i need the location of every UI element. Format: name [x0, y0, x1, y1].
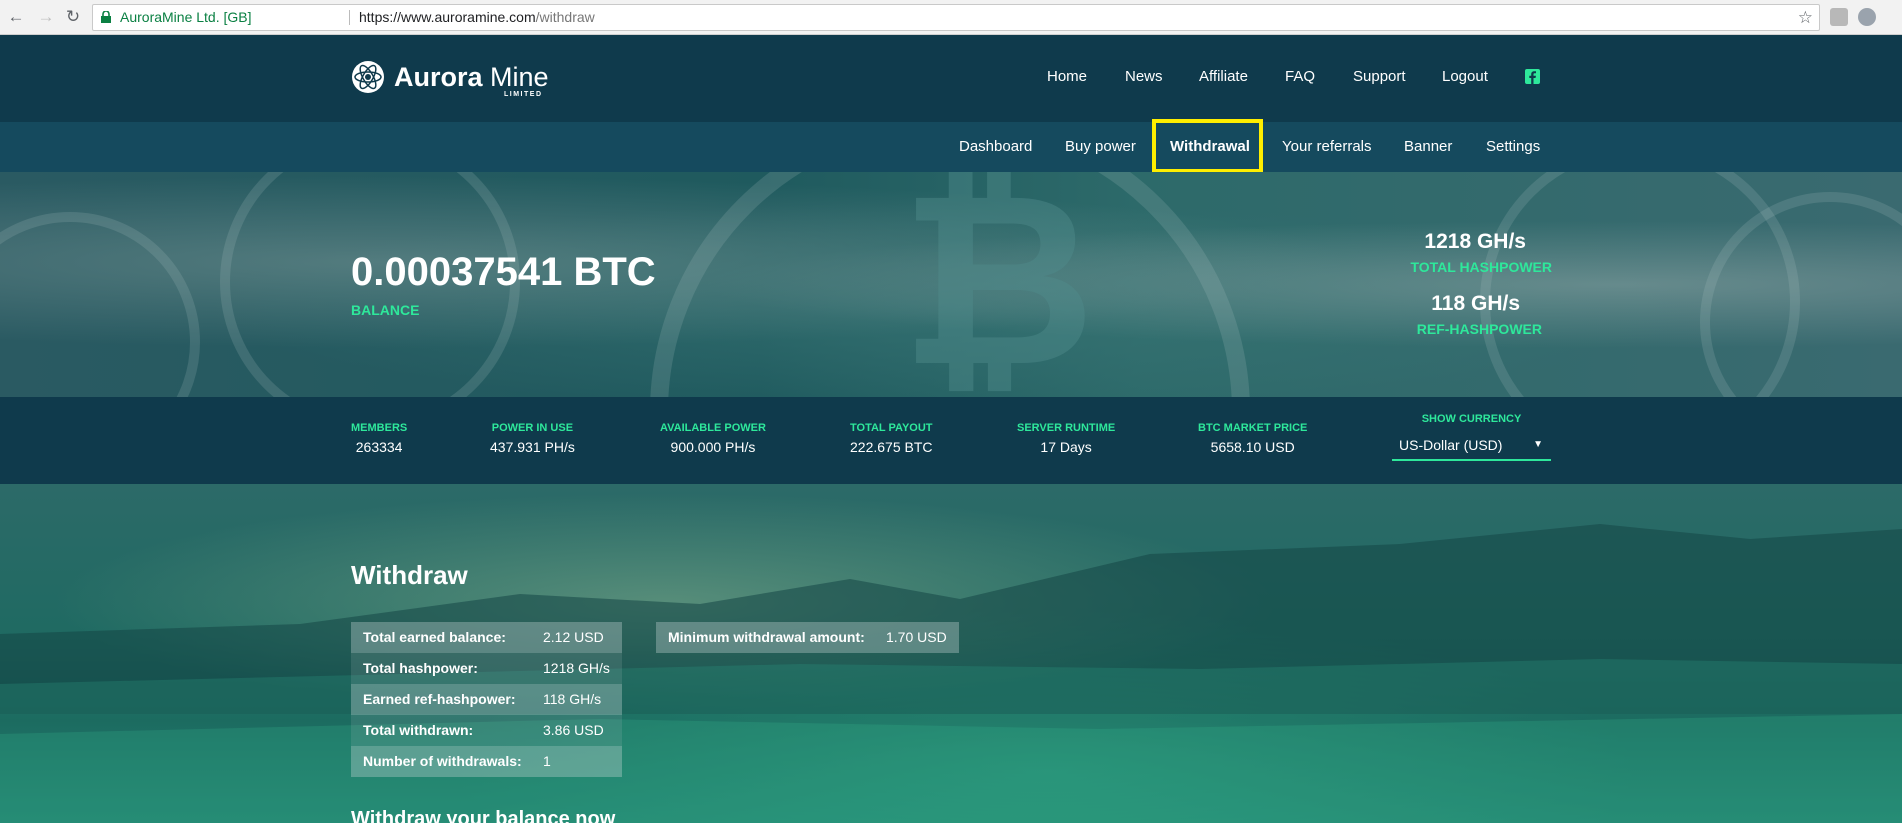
url-path: /withdraw [535, 9, 595, 25]
stat-label: AVAILABLE POWER [660, 422, 766, 434]
row-value: 118 GH/s [543, 691, 602, 707]
minimum-withdrawal-box: Minimum withdrawal amount: 1.70 USD [656, 622, 959, 653]
stat-total-payout: TOTAL PAYOUT 222.675 BTC [850, 422, 933, 455]
extension-icon[interactable] [1858, 8, 1876, 26]
nav-news[interactable]: News [1125, 68, 1163, 85]
address-bar[interactable]: AuroraMine Ltd. [GB] https://www.auroram… [92, 4, 1820, 31]
stat-value: 263334 [355, 439, 403, 455]
forward-icon[interactable]: → [36, 7, 56, 27]
reload-icon[interactable]: ↻ [63, 7, 83, 27]
site-identity: AuroraMine Ltd. [GB] [120, 9, 252, 25]
site-header: Aurora Mine LIMITED Home News Affiliate … [0, 36, 1902, 122]
stat-label: BTC MARKET PRICE [1198, 422, 1308, 434]
row-value: 2.12 USD [543, 629, 604, 645]
row-key: Total earned balance: [363, 629, 506, 645]
row-value: 1218 GH/s [543, 660, 610, 676]
currency-select[interactable]: US-Dollar (USD) ▼ [1392, 435, 1551, 461]
url-text: https://www.auroramine.com/withdraw [359, 5, 595, 30]
coin-decoration [0, 212, 200, 397]
stat-value: 437.931 PH/s [490, 439, 575, 455]
nav-faq[interactable]: FAQ [1285, 68, 1315, 85]
stat-label: POWER IN USE [491, 422, 574, 434]
nav-logout[interactable]: Logout [1442, 68, 1488, 85]
balance-label: BALANCE [351, 302, 420, 318]
ref-hashpower-label: REF-HASHPOWER [1416, 321, 1542, 337]
row-key: Number of withdrawals: [363, 753, 522, 769]
nav-support[interactable]: Support [1353, 68, 1406, 85]
withdrawal-highlight-box [1152, 119, 1263, 173]
top-nav: Home News Affiliate FAQ Support Logout [0, 36, 1902, 122]
stats-bar: MEMBERS 263334 POWER IN USE 437.931 PH/s… [0, 397, 1902, 484]
url-host: https://www.auroramine.com [359, 9, 536, 25]
minimum-value: 1.70 USD [886, 629, 947, 645]
nav-affiliate[interactable]: Affiliate [1199, 68, 1248, 85]
stat-members: MEMBERS 263334 [351, 422, 407, 455]
subnav-banner[interactable]: Banner [1404, 138, 1452, 155]
nav-home[interactable]: Home [1047, 68, 1087, 85]
subnav-buy-power[interactable]: Buy power [1065, 138, 1136, 155]
stat-value: 900.000 PH/s [670, 439, 756, 455]
stat-available-power: AVAILABLE POWER 900.000 PH/s [660, 422, 766, 455]
row-key: Earned ref-hashpower: [363, 691, 516, 707]
withdraw-section: Withdraw Total earned balance: 2.12 USD … [0, 484, 1902, 823]
table-row: Earned ref-hashpower: 118 GH/s [351, 684, 622, 715]
currency-selector: SHOW CURRENCY US-Dollar (USD) ▼ [1392, 413, 1551, 461]
subnav-your-referrals[interactable]: Your referrals [1282, 138, 1372, 155]
total-hashpower-label: TOTAL HASHPOWER [1410, 259, 1552, 275]
landscape-background [0, 524, 1902, 823]
table-row: Total withdrawn: 3.86 USD [351, 715, 622, 746]
address-divider [349, 10, 350, 25]
facebook-icon[interactable] [1525, 69, 1540, 84]
star-icon[interactable]: ☆ [1798, 5, 1813, 30]
stat-value: 17 Days [1040, 439, 1092, 455]
ref-hashpower-value: 118 GH/s [1431, 292, 1520, 315]
hero-banner: ₿ 0.00037541 BTC BALANCE 1218 GH/s TOTAL… [0, 172, 1902, 397]
stat-value: 222.675 BTC [850, 439, 933, 455]
stat-label: MEMBERS [351, 422, 408, 434]
browser-toolbar: ← → ↻ AuroraMine Ltd. [GB] https://www.a… [0, 0, 1902, 35]
balance-value: 0.00037541 BTC [351, 250, 656, 294]
bitcoin-icon: ₿ [900, 172, 1096, 397]
currency-selected-value: US-Dollar (USD) [1399, 437, 1503, 453]
withdraw-now-heading: Withdraw your balance now [351, 808, 616, 823]
stat-btc-market-price: BTC MARKET PRICE 5658.10 USD [1198, 422, 1307, 455]
currency-label: SHOW CURRENCY [1421, 413, 1522, 425]
withdraw-summary-table: Total earned balance: 2.12 USD Total has… [351, 622, 622, 777]
dropdown-caret-icon: ▼ [1533, 439, 1543, 450]
table-row: Total earned balance: 2.12 USD [351, 622, 622, 653]
row-value: 1 [543, 753, 551, 769]
lock-icon [101, 11, 111, 23]
extension-icon[interactable] [1830, 8, 1848, 26]
stat-value: 5658.10 USD [1210, 439, 1295, 455]
total-hashpower-value: 1218 GH/s [1424, 230, 1526, 253]
row-key: Total hashpower: [363, 660, 478, 676]
table-row: Number of withdrawals: 1 [351, 746, 622, 777]
stat-label: SERVER RUNTIME [1017, 422, 1116, 434]
subnav-settings[interactable]: Settings [1486, 138, 1540, 155]
account-subnav: Dashboard Buy power Withdrawal Your refe… [0, 122, 1902, 172]
stat-server-runtime: SERVER RUNTIME 17 Days [1017, 422, 1115, 455]
minimum-key: Minimum withdrawal amount: [668, 629, 865, 645]
row-value: 3.86 USD [543, 722, 604, 738]
row-key: Total withdrawn: [363, 722, 474, 738]
table-row: Total hashpower: 1218 GH/s [351, 653, 622, 684]
page-title: Withdraw [351, 560, 468, 590]
stat-label: TOTAL PAYOUT [850, 422, 933, 434]
subnav-dashboard[interactable]: Dashboard [959, 138, 1032, 155]
back-icon[interactable]: ← [6, 7, 26, 27]
stat-power-in-use: POWER IN USE 437.931 PH/s [490, 422, 575, 455]
